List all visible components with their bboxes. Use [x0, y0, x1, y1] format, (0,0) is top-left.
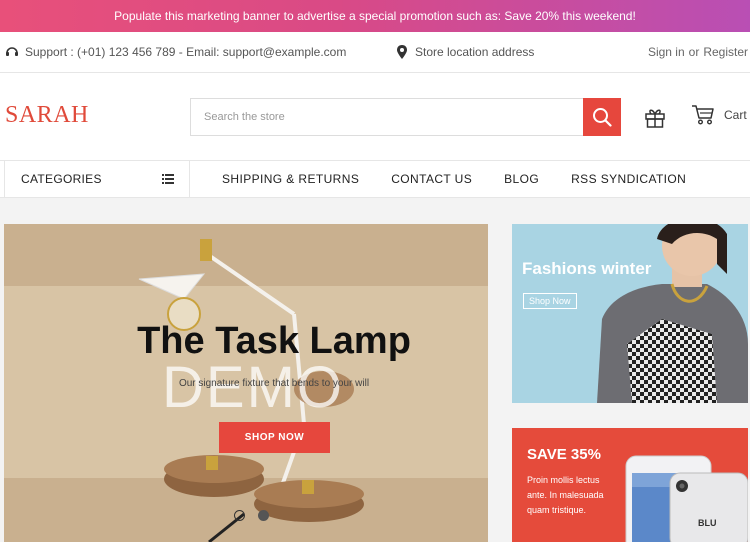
nav-menu: SHIPPING & RETURNS CONTACT US BLOG RSS S… — [222, 161, 718, 197]
logo[interactable]: SARAH — [5, 102, 89, 129]
location-text: Store location address — [415, 45, 535, 59]
register-link[interactable]: Register — [703, 45, 748, 59]
account-links: Sign in or Register — [648, 45, 748, 59]
nav-item-shipping-returns[interactable]: SHIPPING & RETURNS — [222, 172, 359, 186]
slider-dot[interactable] — [234, 510, 245, 521]
phone-banner-text: Proin mollis lectus ante. In malesuada q… — [527, 475, 604, 515]
hero-slider[interactable]: DEMO The Task Lamp Our signature fixture… — [4, 224, 488, 542]
fashion-banner-title: Fashions winter — [522, 259, 652, 278]
main-nav: CATEGORIES SHIPPING & RETURNS CONTACT US… — [0, 160, 750, 198]
support-text: Support : (+01) 123 456 789 - Email: sup… — [25, 45, 347, 59]
store-location[interactable]: Store location address — [397, 45, 534, 59]
top-bar: Support : (+01) 123 456 789 - Email: sup… — [0, 32, 750, 73]
promo-text: Populate this marketing banner to advert… — [114, 9, 636, 23]
search-icon — [593, 108, 612, 127]
cart-label: Cart — [724, 108, 747, 122]
search-button[interactable] — [583, 98, 621, 136]
phone-brand: BLU — [698, 518, 717, 528]
fashion-shop-now-button[interactable]: Shop Now — [523, 293, 577, 309]
gift-button[interactable] — [644, 106, 666, 133]
search-bar — [190, 98, 621, 136]
nav-item-contact-us[interactable]: CONTACT US — [391, 172, 472, 186]
hero-shop-now-button[interactable]: SHOP NOW — [219, 422, 330, 453]
nav-item-blog[interactable]: BLOG — [504, 172, 539, 186]
slider-dot-active[interactable] — [258, 510, 269, 521]
or-text: or — [688, 45, 700, 59]
promo-banner: Populate this marketing banner to advert… — [0, 0, 750, 32]
location-pin-icon — [397, 45, 407, 59]
cart-icon — [692, 105, 714, 125]
phone-banner-title: SAVE 35% — [527, 446, 601, 463]
phone-promo-banner[interactable]: BLU SAVE 35% Proin mollis lectus ante. I… — [512, 428, 748, 542]
slider-dots — [234, 510, 269, 521]
categories-label: CATEGORIES — [21, 172, 102, 186]
header: SARAH Cart — [0, 73, 750, 160]
nav-item-rss-syndication[interactable]: RSS SYNDICATION — [571, 172, 686, 186]
hero-title: The Task Lamp — [137, 320, 411, 362]
fashion-model-image — [597, 224, 748, 403]
signin-link[interactable]: Sign in — [648, 45, 685, 59]
cart-button[interactable]: Cart — [691, 104, 747, 126]
hero-subtitle: Our signature fixture that bends to your… — [178, 378, 370, 389]
list-icon — [162, 174, 174, 184]
gift-icon — [645, 109, 665, 128]
support-info: Support : (+01) 123 456 789 - Email: sup… — [5, 45, 346, 59]
categories-dropdown[interactable]: CATEGORIES — [4, 161, 190, 197]
search-input[interactable] — [191, 99, 583, 135]
support-icon — [6, 47, 18, 56]
fashion-banner[interactable]: Fashions winter Shop Now — [512, 224, 748, 403]
